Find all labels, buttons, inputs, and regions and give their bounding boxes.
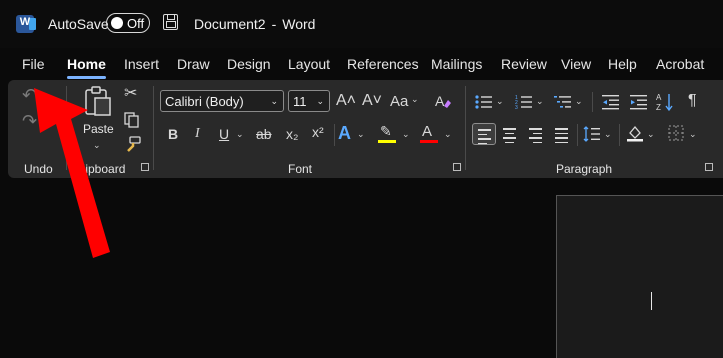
annotation-arrow bbox=[34, 88, 110, 258]
red-arrow-icon bbox=[34, 88, 110, 258]
